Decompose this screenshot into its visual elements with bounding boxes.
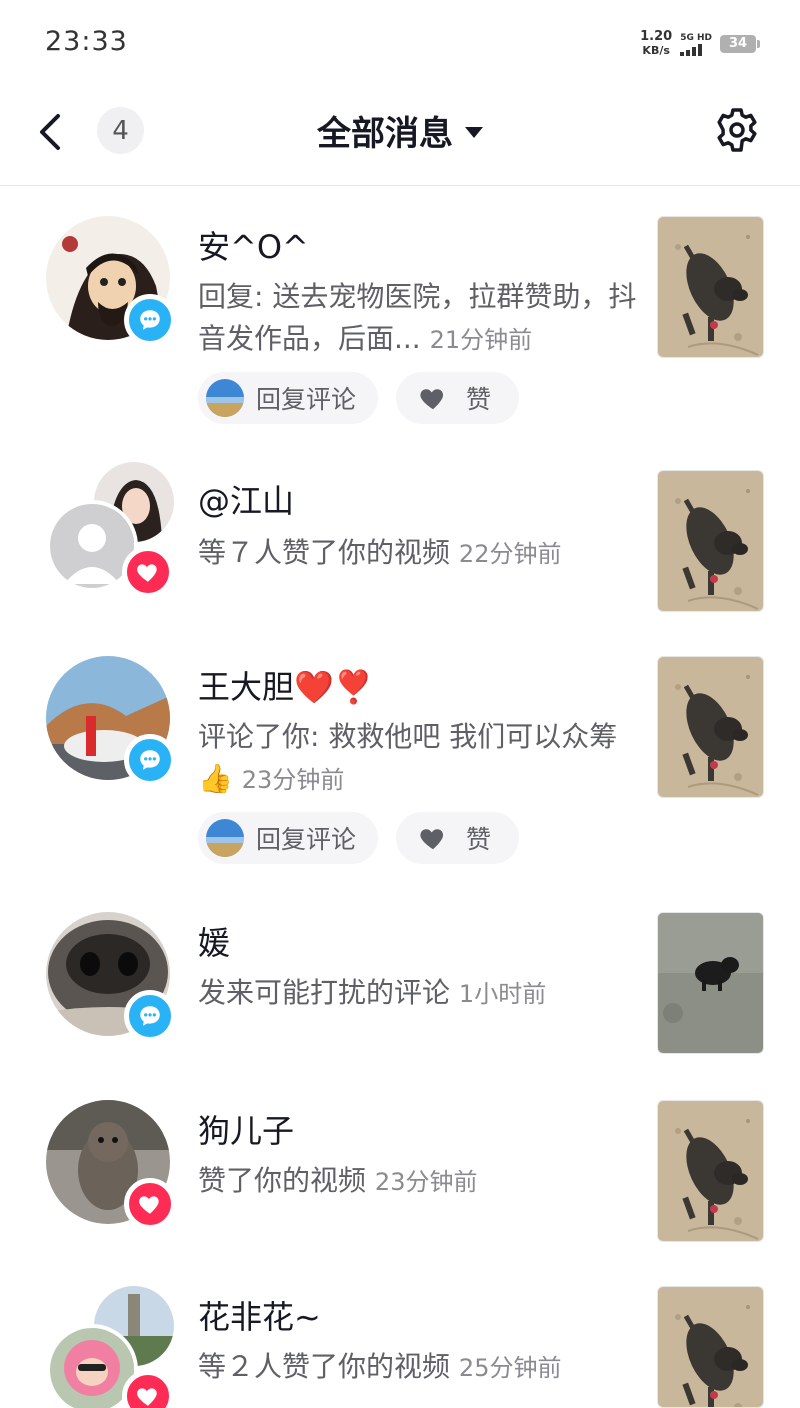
heart-icon	[418, 823, 448, 853]
message-text: 等２人赞了你的视频 25分钟前	[198, 1346, 638, 1389]
reply-comment-button[interactable]: 回复评论	[198, 372, 379, 424]
message-item[interactable]: 花非花~ 等２人赞了你的视频 25分钟前	[0, 1254, 800, 1408]
message-content: 回复: 送去宠物医院，拉群赞助，抖音发作品，后面...	[198, 280, 637, 355]
signal-label: 5G HD	[680, 33, 712, 43]
avatar[interactable]	[46, 216, 176, 346]
message-time: 22分钟前	[458, 540, 562, 568]
like-button[interactable]: 赞	[396, 372, 520, 424]
video-thumbnail[interactable]	[657, 1286, 764, 1408]
reply-thumb-image	[206, 379, 244, 417]
avatar-group[interactable]	[46, 1286, 174, 1408]
message-item[interactable]: @江山 等７人赞了你的视频 22分钟前	[0, 440, 800, 626]
message-time: 25分钟前	[458, 1354, 562, 1382]
message-text: 评论了你: 救救他吧 我们可以众筹👍 23分钟前	[198, 716, 638, 801]
avatar-group[interactable]	[46, 462, 174, 598]
avatar[interactable]	[46, 912, 176, 1042]
like-button[interactable]: 赞	[396, 812, 520, 864]
message-content: 赞了你的视频	[198, 1164, 367, 1197]
action-row: 回复评论 赞	[198, 372, 520, 424]
video-thumbnail[interactable]	[657, 470, 764, 612]
sender-name[interactable]: @江山	[198, 476, 294, 522]
sender-name[interactable]: 狗儿子	[198, 1106, 294, 1152]
reply-comment-label: 回复评论	[256, 825, 357, 854]
status-time: 23:33	[45, 26, 128, 57]
network-speed-unit: KB/s	[642, 44, 670, 57]
gear-icon	[717, 108, 757, 152]
message-time: 23分钟前	[241, 766, 345, 794]
message-content: 发来可能打扰的评论	[198, 976, 451, 1009]
signal-icon: 5G HD	[680, 32, 712, 56]
message-text: 等７人赞了你的视频 22分钟前	[198, 532, 638, 575]
comment-badge	[124, 294, 176, 346]
status-bar: 23:33 1.20 KB/s 5G HD 34	[0, 0, 800, 86]
page-title: 全部消息	[317, 113, 453, 154]
video-thumbnail[interactable]	[657, 912, 764, 1054]
message-filter-dropdown[interactable]: 全部消息	[0, 106, 800, 154]
message-content: 等７人赞了你的视频	[198, 536, 451, 569]
message-item[interactable]: 狗儿子 赞了你的视频 23分钟前	[0, 1068, 800, 1254]
like-label: 赞	[466, 385, 492, 414]
message-item[interactable]: 媛 发来可能打扰的评论 1小时前	[0, 882, 800, 1068]
reply-comment-label: 回复评论	[256, 385, 357, 414]
like-label: 赞	[466, 825, 492, 854]
heart-icon	[135, 1383, 161, 1408]
avatar[interactable]	[46, 656, 176, 786]
message-time: 23分钟前	[374, 1168, 478, 1196]
message-item[interactable]: 安^O^ 回复: 送去宠物医院，拉群赞助，抖音发作品，后面... 21分钟前 回…	[0, 186, 800, 440]
like-badge	[124, 1178, 176, 1230]
settings-button[interactable]	[712, 105, 762, 155]
message-content: 等２人赞了你的视频	[198, 1350, 451, 1383]
heart-icon	[418, 383, 448, 413]
like-badge	[122, 1370, 174, 1408]
reply-thumb-image	[206, 819, 244, 857]
chat-bubble-icon	[137, 307, 163, 333]
message-text: 回复: 送去宠物医院，拉群赞助，抖音发作品，后面... 21分钟前	[198, 276, 638, 361]
reply-comment-button[interactable]: 回复评论	[198, 812, 379, 864]
comment-badge	[124, 990, 176, 1042]
video-thumbnail[interactable]	[657, 1100, 764, 1242]
chat-bubble-icon	[137, 747, 163, 773]
header-bar: 4 全部消息	[0, 86, 800, 186]
message-time: 21分钟前	[429, 326, 533, 354]
comment-badge	[124, 734, 176, 786]
action-row: 回复评论 赞	[198, 812, 520, 864]
heart-icon	[135, 559, 161, 585]
sender-name[interactable]: 花非花~	[198, 1292, 321, 1338]
like-badge	[122, 546, 174, 598]
avatar[interactable]	[46, 1100, 176, 1230]
message-text: 赞了你的视频 23分钟前	[198, 1160, 638, 1203]
chat-bubble-icon	[137, 1003, 163, 1029]
sender-name[interactable]: 媛	[198, 918, 230, 964]
message-text: 发来可能打扰的评论 1小时前	[198, 972, 638, 1015]
message-time: 1小时前	[458, 980, 547, 1008]
network-speed: 1.20 KB/s	[640, 30, 672, 58]
message-item[interactable]: 王大胆❤️❣️ 评论了你: 救救他吧 我们可以众筹👍 23分钟前 回复评论 赞	[0, 626, 800, 882]
sender-name[interactable]: 安^O^	[198, 222, 309, 268]
caret-down-icon	[465, 126, 483, 138]
status-indicators: 1.20 KB/s 5G HD 34	[640, 28, 760, 60]
video-thumbnail[interactable]	[657, 656, 764, 798]
heart-icon	[137, 1191, 163, 1217]
sender-name[interactable]: 王大胆❤️❣️	[198, 662, 374, 708]
battery-icon: 34	[720, 35, 760, 53]
video-thumbnail[interactable]	[657, 216, 764, 358]
network-speed-value: 1.20	[640, 29, 673, 44]
